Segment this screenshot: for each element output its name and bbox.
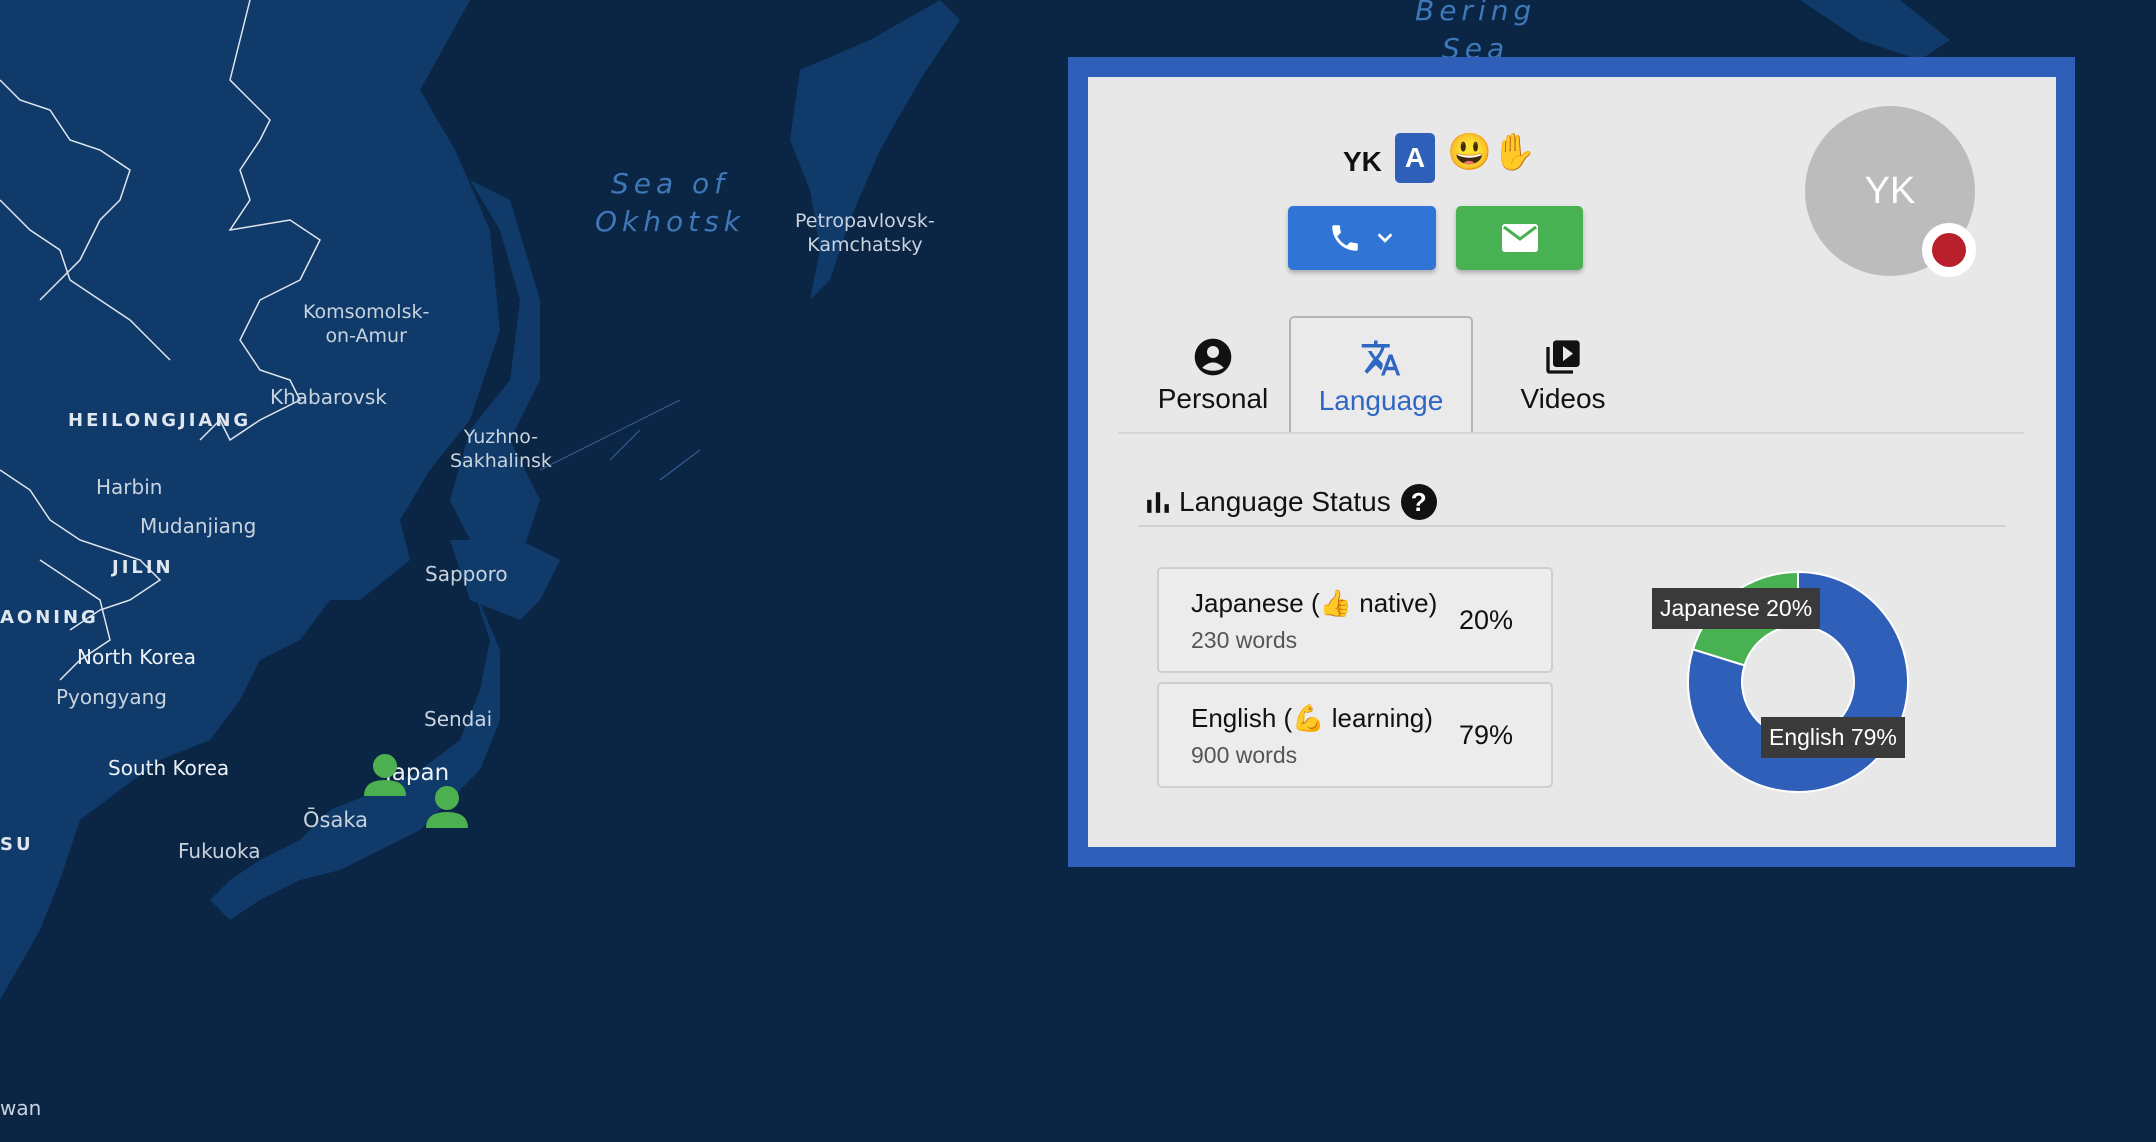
map-label-komsomolsk: Komsomolsk-on-Amur bbox=[303, 301, 430, 347]
language-row-english[interactable]: English (💪 learning) 900 words 79% bbox=[1157, 682, 1553, 788]
map-label-sendai: Sendai bbox=[424, 707, 493, 731]
map-label-yuzhno-sakhalinsk: Yuzhno- Sakhalinsk bbox=[450, 426, 552, 472]
map-label-pyongyang: Pyongyang bbox=[56, 685, 167, 709]
map-user-marker-icon[interactable] bbox=[362, 752, 408, 798]
map-label-khabarovsk: Khabarovsk bbox=[270, 385, 387, 409]
map-label-south-korea: South Korea bbox=[108, 756, 230, 780]
map-label-fukuoka: Fukuoka bbox=[178, 839, 261, 863]
language-percent: 20% bbox=[1459, 605, 1514, 635]
account-circle-icon bbox=[1194, 338, 1232, 376]
map-label-north-korea: North Korea bbox=[77, 645, 196, 669]
tab-label: Videos bbox=[1520, 383, 1606, 414]
user-initials: YK bbox=[1343, 146, 1382, 177]
map-label-taiwan: wan bbox=[0, 1096, 42, 1120]
map-label-liaoning: AONING bbox=[0, 607, 99, 628]
language-word-count: 900 words bbox=[1191, 742, 1298, 768]
language-name: English (💪 learning) bbox=[1191, 703, 1433, 733]
map-label-petropavlovsk: Petropavlovsk- Kamchatsky bbox=[795, 210, 935, 256]
video-library-icon bbox=[1546, 340, 1580, 374]
tab-personal[interactable]: Personal bbox=[1138, 337, 1288, 417]
status-emojis: 😃✋ bbox=[1447, 131, 1537, 172]
map-label-sapporo: Sapporo bbox=[425, 562, 508, 586]
map-label-osaka: Ōsaka bbox=[303, 808, 368, 832]
tabs-divider bbox=[1118, 432, 2024, 434]
tab-label: Personal bbox=[1157, 383, 1269, 414]
map-label-harbin: Harbin bbox=[96, 475, 163, 499]
envelope-icon bbox=[1501, 224, 1538, 252]
tab-label: Language bbox=[1318, 385, 1444, 416]
map-user-marker-icon[interactable] bbox=[424, 784, 470, 830]
translate-icon bbox=[1361, 340, 1401, 376]
map-label-heilongjiang: HEILONGJIANG bbox=[68, 410, 252, 431]
profile-card: YK A 😃✋ YK Personal Language Videos Lang… bbox=[1088, 77, 2056, 847]
map-label-mudanjiang: Mudanjiang bbox=[140, 514, 257, 538]
language-row-japanese[interactable]: Japanese (👍 native) 230 words 20% bbox=[1157, 567, 1553, 673]
section-divider bbox=[1138, 525, 2006, 527]
language-word-count: 230 words bbox=[1191, 627, 1298, 653]
online-status-indicator bbox=[1922, 223, 1976, 277]
pie-data-label-english: English 79% bbox=[1761, 717, 1905, 758]
level-badge: A bbox=[1395, 133, 1435, 183]
tab-language[interactable]: Language bbox=[1289, 316, 1473, 433]
section-title: Language Status bbox=[1179, 486, 1391, 517]
help-icon[interactable]: ? bbox=[1400, 484, 1437, 520]
phone-icon bbox=[1332, 225, 1358, 251]
map-label-su: SU bbox=[0, 834, 34, 855]
language-percent: 79% bbox=[1459, 720, 1514, 750]
chevron-down-icon bbox=[1377, 233, 1393, 243]
tab-videos[interactable]: Videos bbox=[1488, 337, 1638, 417]
bar-chart-icon bbox=[1147, 492, 1169, 513]
email-button[interactable] bbox=[1456, 206, 1583, 270]
status-dot bbox=[1932, 233, 1966, 267]
language-name: Japanese (👍 native) bbox=[1191, 588, 1438, 618]
language-status-header: Language Status ? bbox=[1145, 482, 1437, 522]
map-label-jilin: JILIN bbox=[112, 557, 174, 578]
map-label-sea-of-okhotsk: Sea of Okhotsk bbox=[595, 167, 745, 238]
call-button[interactable] bbox=[1288, 206, 1436, 270]
pie-data-label-japanese: Japanese 20% bbox=[1652, 588, 1821, 629]
